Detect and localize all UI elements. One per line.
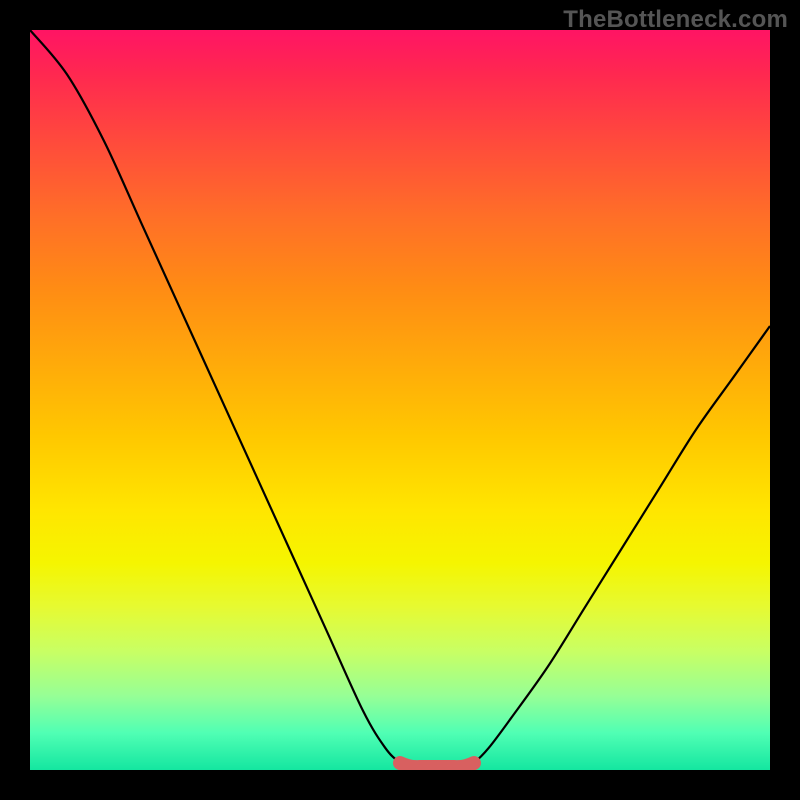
highlight-flat bbox=[400, 763, 474, 767]
chart-frame: TheBottleneck.com bbox=[0, 0, 800, 800]
watermark-text: TheBottleneck.com bbox=[563, 6, 788, 34]
bottleneck-curve bbox=[30, 30, 770, 770]
curve-svg bbox=[30, 30, 770, 770]
plot-area bbox=[30, 30, 770, 770]
